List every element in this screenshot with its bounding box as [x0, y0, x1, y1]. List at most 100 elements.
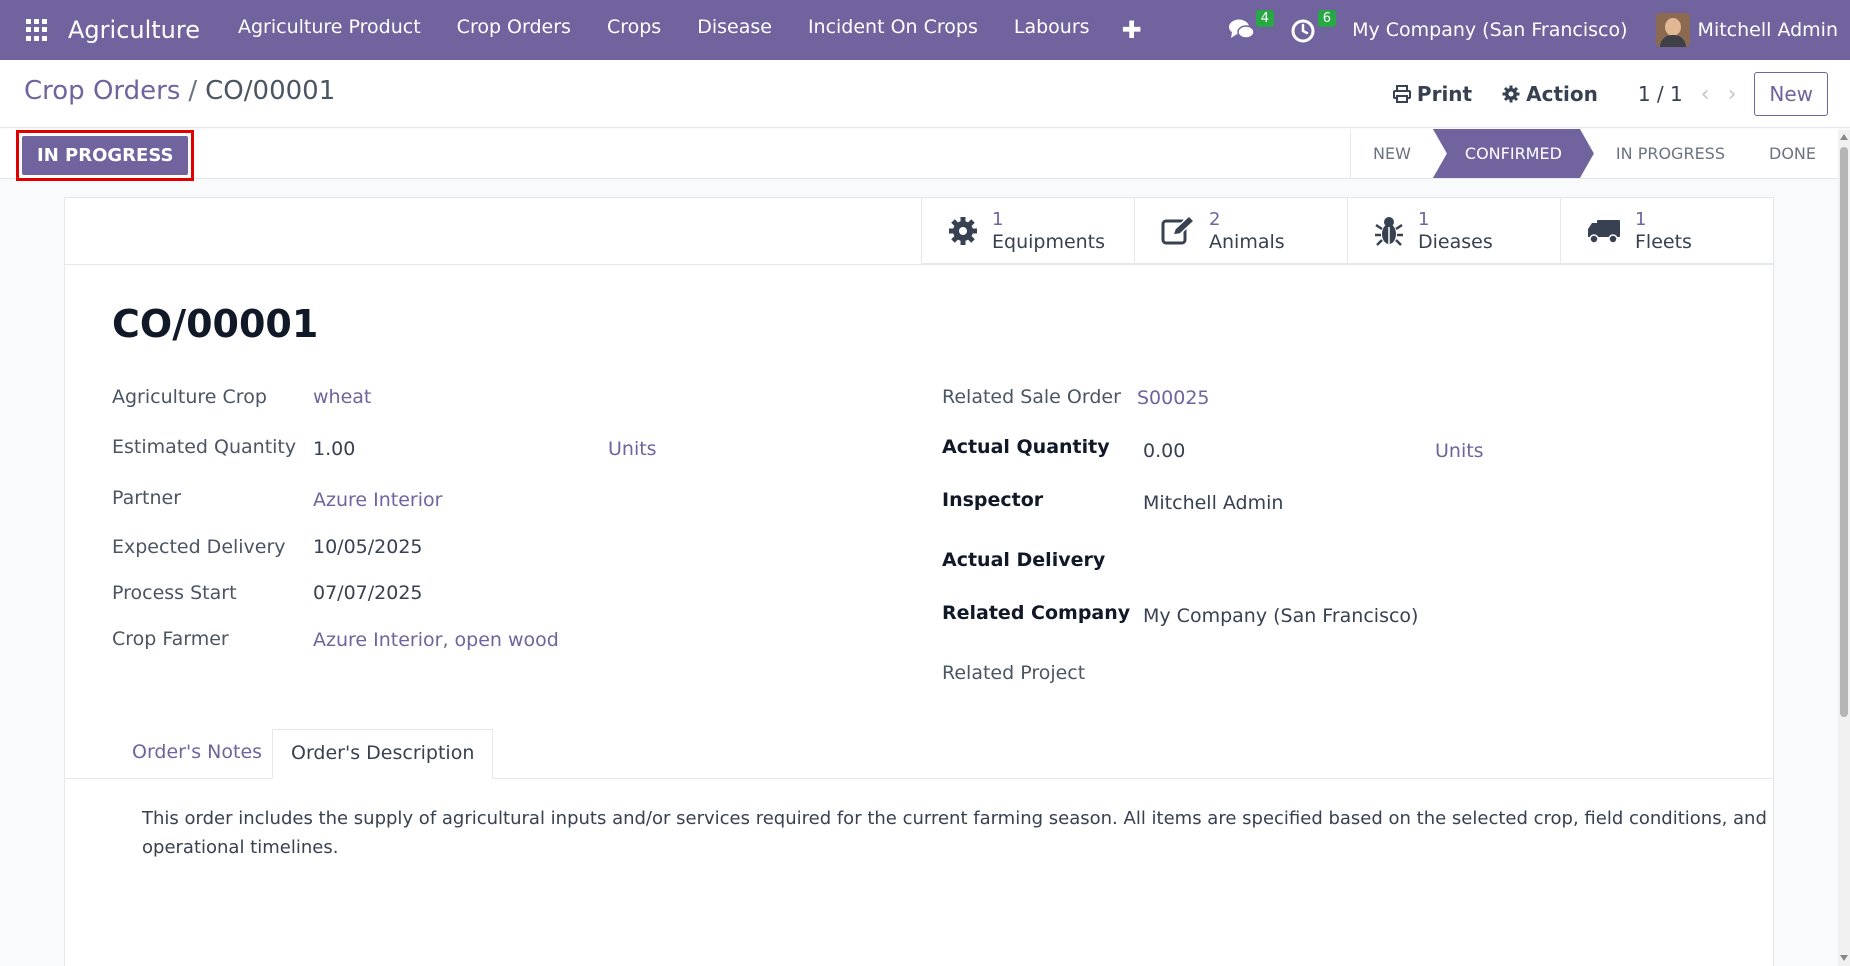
stage-in-progress[interactable]: IN PROGRESS [1594, 129, 1747, 178]
messages-button[interactable]: 4 [1228, 10, 1275, 44]
equipments-smart-button[interactable]: 1 Equipments [921, 198, 1134, 264]
breadcrumb-crop-orders[interactable]: Crop Orders [24, 76, 180, 106]
record-title: CO/00001 [112, 302, 319, 346]
dieases-label: Dieases [1418, 231, 1493, 253]
actual-quantity-field[interactable]: 0.00 [1143, 440, 1185, 462]
new-button[interactable]: New [1754, 72, 1828, 116]
gear-icon [949, 217, 977, 245]
fleets-smart-button[interactable]: 1 Fleets [1560, 198, 1773, 264]
stage-done[interactable]: DONE [1747, 129, 1838, 178]
edit-icon [1161, 216, 1195, 245]
estimated-quantity-field[interactable]: 1.00 [313, 438, 355, 460]
clock-icon [1291, 19, 1315, 43]
related-sale-order-label: Related Sale Order [942, 386, 1121, 408]
scroll-thumb[interactable] [1840, 147, 1848, 717]
control-panel: Crop Orders / CO/00001 Print Action 1 / 1 … [0, 60, 1850, 128]
gear-icon [1502, 85, 1520, 103]
dieases-smart-button[interactable]: 1 Dieases [1347, 198, 1560, 264]
truck-icon [1588, 220, 1620, 244]
scroll-down-icon[interactable] [1840, 955, 1848, 961]
equipments-label: Equipments [992, 231, 1106, 253]
agriculture-crop-label: Agriculture Crop [112, 386, 267, 408]
smart-buttons-divider [65, 264, 1773, 265]
actual-delivery-label: Actual Delivery [942, 549, 1106, 571]
in-progress-button[interactable]: IN PROGRESS [22, 136, 189, 175]
breadcrumb-separator: / [188, 76, 198, 106]
related-company-field[interactable]: My Company (San Francisco) [1143, 605, 1418, 627]
estimated-quantity-label: Estimated Quantity [112, 436, 297, 458]
actual-quantity-uom[interactable]: Units [1435, 440, 1484, 462]
actual-quantity-label: Actual Quantity [942, 436, 1110, 458]
related-project-label: Related Project [942, 662, 1086, 684]
animals-text: 2 Animals [1209, 209, 1285, 253]
activities-button[interactable]: 6 [1290, 10, 1337, 44]
notebook-tabs: Order's Notes Order's Description [65, 729, 1773, 779]
printer-icon [1392, 85, 1411, 103]
plus-icon[interactable]: ✚ [1108, 16, 1156, 44]
actual-delivery-field[interactable] [1143, 549, 1543, 573]
partner-field[interactable]: Azure Interior [313, 489, 442, 511]
dieases-text: 1 Dieases [1418, 209, 1493, 253]
crop-farmer-label: Crop Farmer [112, 628, 229, 650]
form-sheet: 1 Equipments 2 Animals 1 Dieases 1 Fleet… [64, 197, 1774, 966]
control-actions: Print Action 1 / 1 ‹ › New [1392, 72, 1850, 116]
user-avatar[interactable] [1655, 13, 1690, 47]
stage-new[interactable]: NEW [1351, 129, 1433, 178]
estimated-quantity-uom[interactable]: Units [608, 438, 657, 460]
main-menu: Agriculture Product Crop Orders Crops Di… [220, 16, 1156, 44]
top-navbar: Agriculture Agriculture Product Crop Ord… [0, 0, 1850, 60]
animals-label: Animals [1209, 231, 1285, 253]
related-company-label: Related Company [942, 602, 1131, 624]
pager-next-icon[interactable]: › [1728, 82, 1737, 107]
menu-item-crop-orders[interactable]: Crop Orders [439, 16, 589, 44]
animals-count: 2 [1209, 209, 1221, 230]
fleets-count: 1 [1635, 209, 1647, 230]
messages-badge: 4 [1255, 10, 1275, 27]
inspector-field[interactable]: Mitchell Admin [1143, 492, 1283, 514]
print-button[interactable]: Print [1392, 82, 1473, 106]
activities-badge: 6 [1317, 10, 1337, 27]
user-menu[interactable]: Mitchell Admin [1698, 19, 1838, 41]
app-brand[interactable]: Agriculture [68, 16, 200, 44]
tab-orders-description[interactable]: Order's Description [272, 729, 494, 779]
tab-orders-notes[interactable]: Order's Notes [114, 729, 280, 779]
smart-buttons: 1 Equipments 2 Animals 1 Dieases 1 Fleet… [921, 198, 1773, 264]
pager-value[interactable]: 1 / 1 [1638, 82, 1683, 106]
fleets-label: Fleets [1635, 231, 1692, 253]
related-sale-order-field[interactable]: S00025 [1137, 387, 1210, 409]
action-button[interactable]: Action [1502, 82, 1598, 106]
action-label: Action [1526, 82, 1598, 106]
order-description-text[interactable]: This order includes the supply of agricu… [142, 804, 1772, 862]
print-label: Print [1416, 82, 1473, 106]
menu-item-agriculture-product[interactable]: Agriculture Product [220, 16, 439, 44]
menu-item-disease[interactable]: Disease [679, 16, 790, 44]
dieases-count: 1 [1418, 209, 1430, 230]
agriculture-crop-field[interactable]: wheat [313, 386, 371, 408]
expected-delivery-label: Expected Delivery [112, 536, 286, 558]
stage-confirmed[interactable]: CONFIRMED [1433, 129, 1594, 178]
partner-label: Partner [112, 487, 182, 509]
apps-menu-icon[interactable] [26, 19, 48, 41]
highlighted-action: IN PROGRESS [16, 130, 195, 181]
chat-icon [1229, 19, 1255, 39]
equipments-text: 1 Equipments [992, 209, 1105, 253]
pager-previous-icon[interactable]: ‹ [1701, 82, 1710, 107]
menu-item-crops[interactable]: Crops [589, 16, 679, 44]
expected-delivery-field[interactable]: 10/05/2025 [313, 536, 423, 558]
equipments-count: 1 [992, 209, 1004, 230]
process-start-field[interactable]: 07/07/2025 [313, 582, 423, 604]
bug-icon [1375, 217, 1403, 246]
related-project-field[interactable] [1143, 662, 1543, 686]
scroll-up-icon[interactable] [1840, 134, 1848, 140]
animals-smart-button[interactable]: 2 Animals [1134, 198, 1347, 264]
menu-item-labours[interactable]: Labours [996, 16, 1108, 44]
navbar-right: 4 6 My Company (San Francisco) Mitchell … [1228, 0, 1850, 60]
process-start-label: Process Start [112, 582, 237, 604]
inspector-label: Inspector [942, 489, 1044, 511]
breadcrumb-current: CO/00001 [205, 76, 336, 106]
menu-item-incident-on-crops[interactable]: Incident On Crops [790, 16, 996, 44]
stage-pipeline: NEW CONFIRMED IN PROGRESS DONE [1350, 129, 1838, 178]
crop-farmer-field[interactable]: Azure Interior, open wood [313, 629, 559, 651]
company-switcher[interactable]: My Company (San Francisco) [1352, 19, 1627, 41]
status-bar: IN PROGRESS NEW CONFIRMED IN PROGRESS DO… [0, 129, 1838, 181]
